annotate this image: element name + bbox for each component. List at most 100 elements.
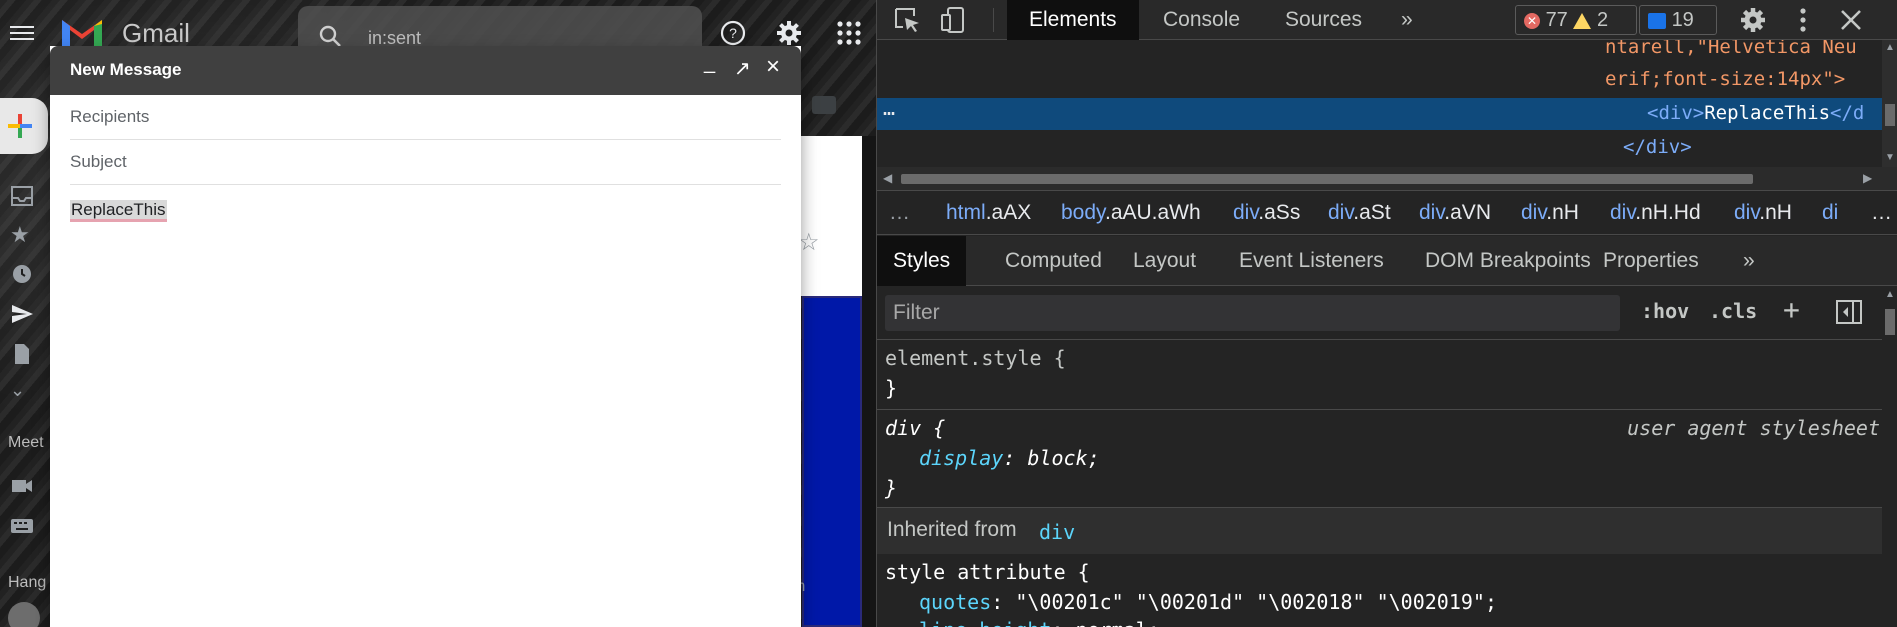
inspect-element-icon[interactable] [893,6,921,34]
breadcrumb-div-5[interactable]: div.nH.Hd [1610,191,1701,234]
div-ua-rule[interactable]: div { user agent stylesheet display: blo… [877,410,1882,508]
tab-dom-breakpoints[interactable]: DOM Breakpoints [1409,236,1607,286]
scroll-up-icon[interactable]: ▲ [1885,42,1895,53]
breadcrumb-div-2[interactable]: div.aSt [1328,191,1391,234]
styles-pane[interactable]: element.style { } div { user agent style… [877,340,1882,627]
main-menu-icon[interactable] [10,22,34,42]
tab-sources[interactable]: Sources [1263,0,1384,40]
breadcrumb-body[interactable]: body.aAU.aWh [1061,191,1201,234]
messages-badge[interactable]: 19 [1639,5,1717,35]
tab-layout[interactable]: Layout [1117,236,1212,286]
dom-close-div[interactable]: </div> [1623,136,1692,158]
tab-elements[interactable]: Elements [1007,0,1139,40]
starred-icon[interactable]: ★ [10,222,34,247]
quotes-value: "\00201c" "\00201d" "\002018" "\002019"; [1015,590,1497,614]
dom-horizontal-scrollbar[interactable]: ◀ ▶ [877,167,1897,191]
crumb-class: .aVN [1444,201,1491,224]
styles-scroll-thumb[interactable] [1885,309,1895,335]
scroll-left-icon[interactable]: ◀ [883,171,892,185]
drafts-icon[interactable] [10,342,34,366]
popout-icon[interactable]: ↗ [734,56,751,81]
close-compose-icon[interactable]: × [766,53,780,81]
gmail-logo-icon[interactable] [60,14,104,50]
star-icon[interactable]: ☆ [798,228,820,257]
customize-menu-icon[interactable] [1789,6,1817,34]
styles-scrollbar[interactable]: ▲ [1882,287,1897,627]
breadcrumb-overflow-right[interactable]: … [1867,191,1896,234]
breadcrumb-div-6[interactable]: div.nH [1734,191,1792,234]
line-height-property: line-height [919,618,1051,627]
compose-button[interactable] [0,98,48,154]
breadcrumb-div-7[interactable]: di [1822,191,1838,234]
breadcrumb: … html.aAX body.aAU.aWh div.aSs div.aSt … [877,191,1897,235]
gmail-scroll-area [862,136,876,627]
breadcrumb-div-4[interactable]: div.nH [1521,191,1579,234]
breadcrumb-overflow-left[interactable]: … [889,191,910,234]
keyboard-icon[interactable] [10,514,34,538]
settings-gear-icon[interactable] [776,20,802,46]
node-text: ReplaceThis [1704,102,1831,124]
minimize-icon[interactable]: _ [704,52,715,75]
more-subtabs-icon[interactable]: » [1733,236,1765,286]
breadcrumb-html[interactable]: html.aAX [946,191,1032,234]
inherited-from-link[interactable]: div [1039,520,1075,544]
recipients-field[interactable]: Recipients [70,95,781,140]
issues-badge[interactable]: ✕ 77 2 [1515,5,1637,35]
style-attribute-selector: style attribute { [885,560,1090,584]
more-chevron-icon[interactable]: ⌄ [10,380,34,404]
snoozed-clock-icon[interactable] [10,262,34,286]
error-count: 77 [1545,9,1568,31]
help-icon[interactable]: ? [720,20,746,46]
subject-field[interactable]: Subject [70,140,781,185]
breadcrumb-div-1[interactable]: div.aSs [1233,191,1300,234]
inbox-icon[interactable] [10,184,34,208]
new-style-rule-icon[interactable]: + [1783,293,1800,326]
meet-section-label: Meet [8,434,44,451]
crumb-class: .aAU.aWh [1104,201,1201,224]
video-camera-icon[interactable] [10,474,34,498]
element-style-rule[interactable]: element.style { } [877,340,1882,410]
tab-computed[interactable]: Computed [989,236,1118,286]
node-actions-icon[interactable]: … [883,96,895,120]
styles-filter-input[interactable]: Filter [885,295,1620,331]
more-tabs-icon[interactable]: » [1391,0,1423,40]
line-height-declaration[interactable]: line-height: normal; [919,618,1160,627]
avatar[interactable] [8,602,40,627]
display-declaration[interactable]: display: block; [919,446,1100,470]
devtools-settings-icon[interactable] [1739,6,1767,34]
crumb-class: .aSt [1353,201,1391,224]
hangouts-section-label: Hang [8,574,47,591]
gmail-left-nav: ★ ⌄ Meet Hang [0,90,50,627]
dom-vertical-scrollbar[interactable]: ▲ ▼ [1882,40,1897,167]
toggle-sidebar-icon[interactable] [1835,299,1863,325]
compose-header[interactable]: New Message _ ↗ × [50,46,801,95]
close-devtools-icon[interactable] [1837,6,1865,34]
sent-icon[interactable] [10,302,34,326]
h-scroll-thumb[interactable] [901,174,1753,184]
styles-scroll-up-icon[interactable]: ▲ [1885,289,1895,300]
class-toggle-button[interactable]: .cls [1709,299,1757,323]
scroll-down-icon[interactable]: ▼ [1885,152,1895,163]
crumb-class: .aAX [985,201,1032,224]
scroll-right-icon[interactable]: ▶ [1863,171,1872,185]
hover-state-button[interactable]: :hov [1641,299,1689,323]
close-tag: </d [1830,102,1865,124]
apps-grid-icon[interactable] [836,20,862,46]
tab-event-listeners[interactable]: Event Listeners [1223,236,1400,286]
scroll-thumb[interactable] [1885,104,1895,126]
style-attribute-rule[interactable]: style attribute { quotes: "\00201c" "\00… [877,554,1882,627]
quotes-declaration[interactable]: quotes: "\00201c" "\00201d" "\002018" "\… [919,590,1497,614]
tab-properties[interactable]: Properties [1587,236,1715,286]
tab-console[interactable]: Console [1141,0,1262,40]
dom-tree[interactable]: ntarell,"Helvetica Neu erif;font-size:14… [877,40,1897,167]
selected-body-text[interactable]: ReplaceThis [70,200,167,222]
warning-count: 2 [1596,9,1609,31]
devtools-panel: Elements Console Sources » ✕ 77 2 19 nta… [876,0,1897,627]
toolbar-divider [993,8,994,32]
search-icon[interactable] [318,24,342,48]
breadcrumb-div-3[interactable]: div.aVN [1419,191,1491,234]
tab-styles[interactable]: Styles [877,236,967,286]
device-toolbar-icon[interactable] [939,6,967,34]
message-body[interactable]: ReplaceThis [70,200,167,222]
selected-node-markup[interactable]: <div>ReplaceThis</d [1647,102,1864,124]
